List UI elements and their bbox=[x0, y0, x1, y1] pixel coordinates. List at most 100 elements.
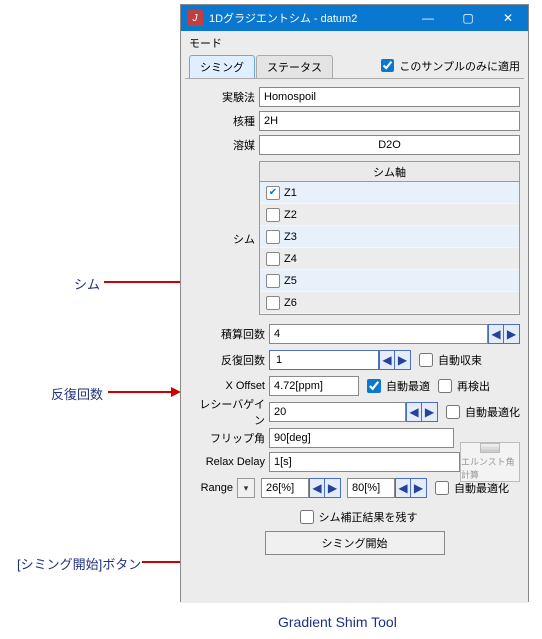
repeat-down-icon[interactable]: ◀ bbox=[379, 350, 395, 370]
app-icon: J bbox=[187, 10, 203, 26]
rgain-value: 20 bbox=[274, 406, 286, 418]
range-low-up-icon[interactable]: ▶ bbox=[325, 478, 341, 498]
auto-optimize-input[interactable] bbox=[446, 405, 460, 419]
range-auto-optimize-checkbox[interactable]: 自動最適化 bbox=[431, 478, 509, 498]
repeat-label: 反復回数 bbox=[189, 352, 269, 368]
redetect-checkbox[interactable]: 再検出 bbox=[434, 376, 490, 396]
flip-field[interactable]: 90[deg] bbox=[269, 428, 454, 448]
app-window: J 1Dグラジエントシム - datum2 — ▢ ✕ モード シミング ステー… bbox=[180, 4, 529, 602]
rgain-down-icon[interactable]: ◀ bbox=[406, 402, 422, 422]
minimize-button[interactable]: — bbox=[408, 5, 448, 31]
solvent-field[interactable]: D2O bbox=[259, 135, 520, 155]
repeat-field[interactable] bbox=[269, 350, 379, 370]
tab-shimming[interactable]: シミング bbox=[189, 55, 255, 78]
title-bar: J 1Dグラジエントシム - datum2 — ▢ ✕ bbox=[181, 5, 528, 31]
shim-row-z6[interactable]: Z6 bbox=[260, 292, 519, 314]
shim-row-z1[interactable]: Z1 bbox=[260, 182, 519, 204]
repeat-up-icon[interactable]: ▶ bbox=[395, 350, 411, 370]
shim-z6-checkbox[interactable] bbox=[266, 296, 280, 310]
keep-correction-checkbox[interactable]: シム補正結果を残す bbox=[296, 507, 418, 527]
shim-z5-label: Z5 bbox=[284, 275, 297, 287]
auto-optimize-checkbox[interactable]: 自動最適化 bbox=[442, 402, 520, 422]
shim-side-label: シム bbox=[189, 161, 259, 315]
repeat-input[interactable] bbox=[274, 351, 374, 369]
range-low-field[interactable]: 26[%] bbox=[261, 478, 309, 498]
rgain-spinner[interactable]: ◀ ▶ bbox=[406, 402, 438, 422]
shim-row-z2[interactable]: Z2 bbox=[260, 204, 519, 226]
xoffset-field[interactable]: 4.72[ppm] bbox=[269, 376, 359, 396]
scans-spinner[interactable]: ◀ ▶ bbox=[488, 324, 520, 344]
shim-z5-checkbox[interactable] bbox=[266, 274, 280, 288]
scans-label: 積算回数 bbox=[189, 326, 269, 342]
window-title: 1Dグラジエントシム - datum2 bbox=[209, 10, 408, 26]
apply-this-sample-input[interactable] bbox=[381, 59, 394, 72]
auto-opt-checkbox[interactable]: 自動最適 bbox=[363, 376, 430, 396]
auto-opt-input[interactable] bbox=[367, 379, 381, 393]
scans-value: 4 bbox=[274, 328, 280, 340]
tab-status[interactable]: ステータス bbox=[256, 55, 333, 78]
relax-label: Relax Delay bbox=[189, 456, 269, 468]
auto-optimize-text: 自動最適化 bbox=[465, 404, 520, 420]
shim-row-z3[interactable]: Z3 bbox=[260, 226, 519, 248]
keep-correction-text: シム補正結果を残す bbox=[319, 509, 418, 525]
flip-label: フリップ角 bbox=[189, 430, 269, 446]
figure-caption: Gradient Shim Tool bbox=[278, 614, 397, 630]
scans-field[interactable]: 4 bbox=[269, 324, 488, 344]
annotation-shim: シム bbox=[74, 274, 100, 293]
range-auto-optimize-input[interactable] bbox=[435, 481, 449, 495]
relax-value: 1[s] bbox=[274, 456, 292, 468]
method-label: 実験法 bbox=[189, 89, 259, 105]
shim-row-z4[interactable]: Z4 bbox=[260, 248, 519, 270]
auto-converge-checkbox[interactable]: 自動収束 bbox=[415, 350, 482, 370]
range-auto-optimize-text: 自動最適化 bbox=[454, 480, 509, 496]
relax-field[interactable]: 1[s] bbox=[269, 452, 460, 472]
rgain-field[interactable]: 20 bbox=[269, 402, 406, 422]
shim-axis-table: シム軸 Z1 Z2 Z3 bbox=[259, 161, 520, 315]
apply-this-sample-text: このサンプルのみに適用 bbox=[399, 58, 520, 74]
shim-z3-label: Z3 bbox=[284, 231, 297, 243]
nuclei-field[interactable]: 2H bbox=[259, 111, 520, 131]
keep-correction-input[interactable] bbox=[300, 510, 314, 524]
ernst-angle-button[interactable]: エルンスト角計算 bbox=[460, 442, 520, 482]
shim-z2-label: Z2 bbox=[284, 209, 297, 221]
solvent-label: 溶媒 bbox=[189, 137, 259, 153]
annotation-start: [シミング開始]ボタン bbox=[17, 554, 141, 573]
rgain-up-icon[interactable]: ▶ bbox=[422, 402, 438, 422]
range-select-icon[interactable]: ▾ bbox=[237, 478, 255, 498]
start-shimming-button[interactable]: シミング開始 bbox=[265, 531, 445, 555]
scan-up-icon[interactable]: ▶ bbox=[504, 324, 520, 344]
mode-label: モード bbox=[185, 33, 524, 53]
range-high-down-icon[interactable]: ◀ bbox=[395, 478, 411, 498]
shim-z4-label: Z4 bbox=[284, 253, 297, 265]
shim-z2-checkbox[interactable] bbox=[266, 208, 280, 222]
range-high-field[interactable]: 80[%] bbox=[347, 478, 395, 498]
shim-row-z5[interactable]: Z5 bbox=[260, 270, 519, 292]
shim-z1-checkbox[interactable] bbox=[266, 186, 280, 200]
range-label: Range bbox=[189, 482, 237, 494]
rgain-label: レシーバゲイン bbox=[189, 396, 269, 428]
arrow-line bbox=[108, 391, 171, 393]
shim-z3-checkbox[interactable] bbox=[266, 230, 280, 244]
auto-converge-text: 自動収束 bbox=[438, 352, 482, 368]
apply-this-sample-checkbox[interactable]: このサンプルのみに適用 bbox=[377, 56, 520, 75]
range-high-up-icon[interactable]: ▶ bbox=[411, 478, 427, 498]
scan-down-icon[interactable]: ◀ bbox=[488, 324, 504, 344]
auto-opt-text: 自動最適 bbox=[386, 378, 430, 394]
shim-axis-header: シム軸 bbox=[260, 162, 519, 182]
shim-z4-checkbox[interactable] bbox=[266, 252, 280, 266]
nuclei-label: 核種 bbox=[189, 113, 259, 129]
redetect-input[interactable] bbox=[438, 379, 452, 393]
range-high-value: 80[%] bbox=[352, 482, 380, 494]
close-button[interactable]: ✕ bbox=[488, 5, 528, 31]
auto-converge-input[interactable] bbox=[419, 353, 433, 367]
xoffset-label: X Offset bbox=[189, 380, 269, 392]
range-low-spinner[interactable]: ◀ ▶ bbox=[309, 478, 341, 498]
maximize-button[interactable]: ▢ bbox=[448, 5, 488, 31]
flip-value: 90[deg] bbox=[274, 432, 311, 444]
xoffset-value: 4.72[ppm] bbox=[274, 380, 323, 392]
repeat-spinner[interactable]: ◀ ▶ bbox=[379, 350, 411, 370]
range-low-down-icon[interactable]: ◀ bbox=[309, 478, 325, 498]
redetect-text: 再検出 bbox=[457, 378, 490, 394]
range-high-spinner[interactable]: ◀ ▶ bbox=[395, 478, 427, 498]
method-field[interactable]: Homospoil bbox=[259, 87, 520, 107]
